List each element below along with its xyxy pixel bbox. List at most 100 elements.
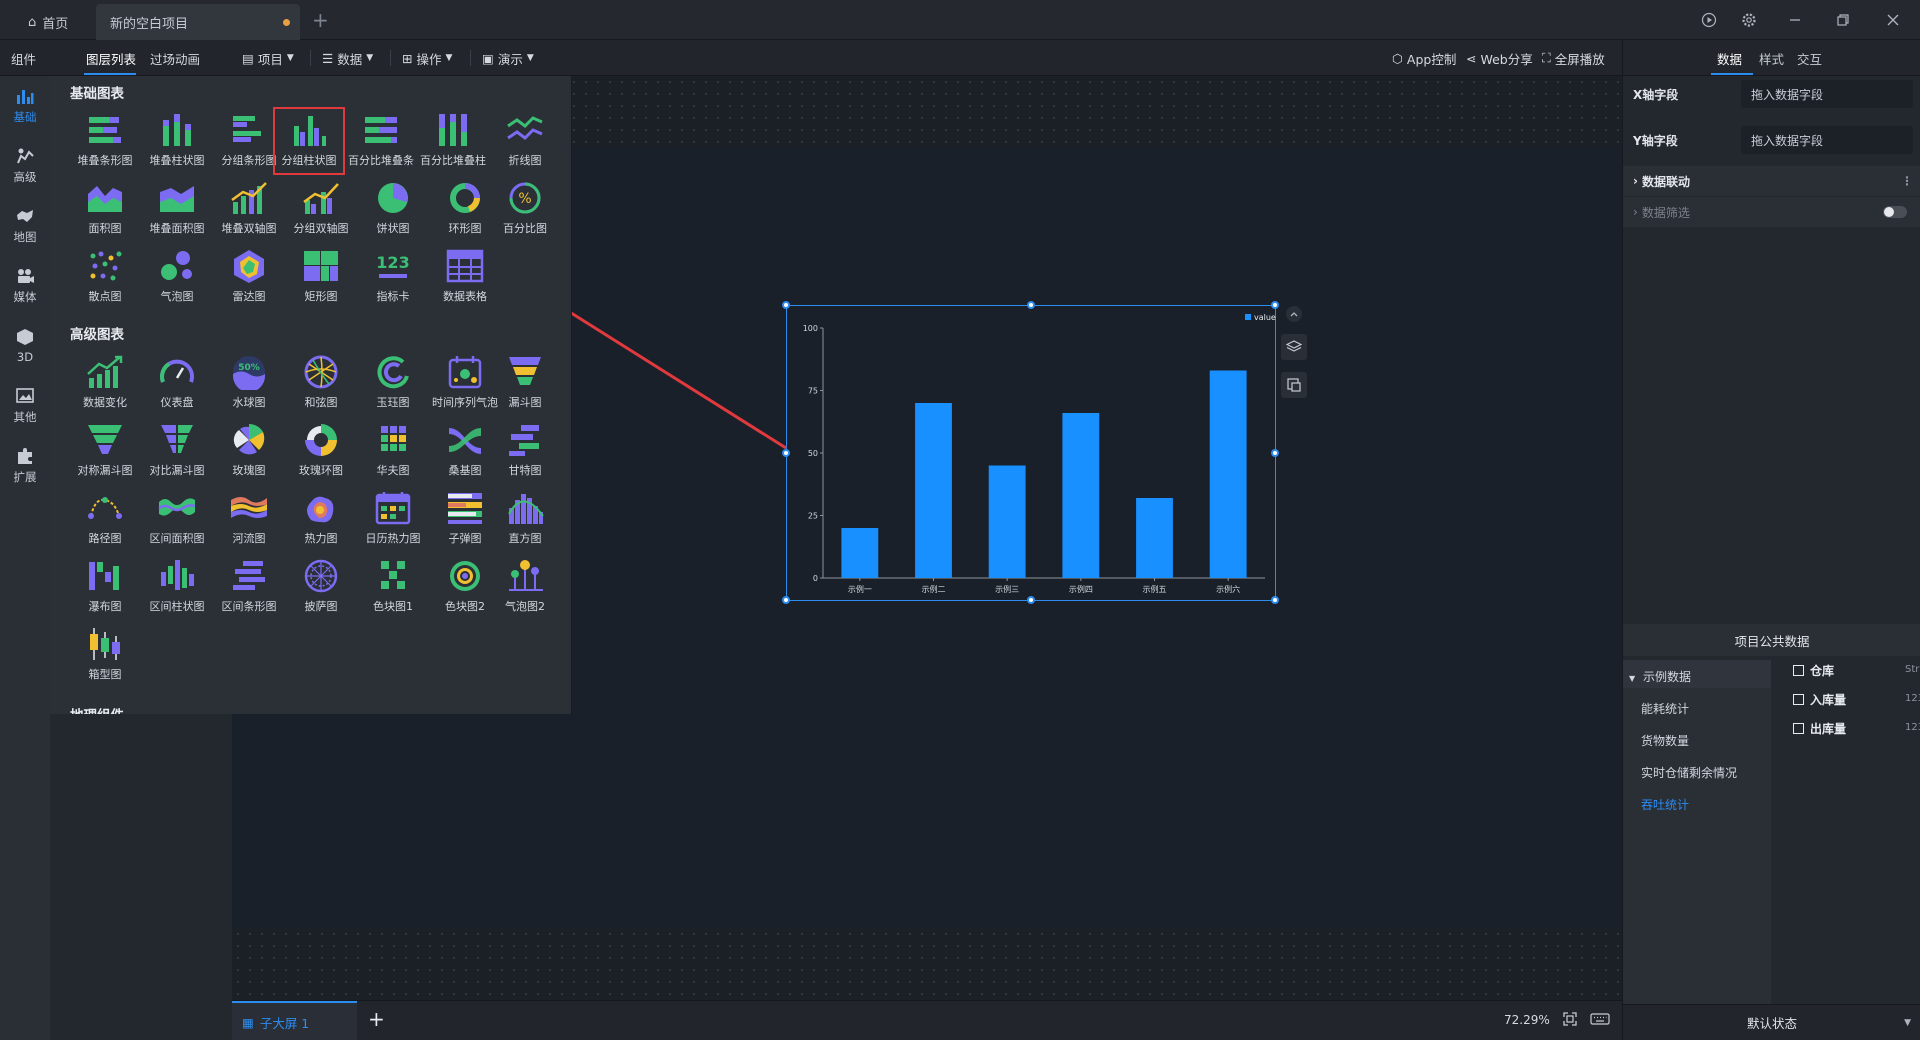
operate-menu[interactable]: ⊞ 操作 ▼	[402, 40, 452, 76]
keyboard-icon[interactable]	[1590, 1011, 1610, 1030]
palette-item-scatter[interactable]: 散点图	[70, 244, 140, 310]
tab-home[interactable]: ⌂ 首页	[14, 4, 94, 40]
fit-screen-icon[interactable]	[1562, 1011, 1578, 1030]
palette-item-compare-funnel[interactable]: 对比漏斗图	[142, 418, 212, 484]
dataset-item[interactable]: 货物数量	[1641, 732, 1689, 749]
resize-handle-se[interactable]	[1271, 596, 1279, 604]
add-screen-button[interactable]: +	[368, 1007, 385, 1031]
palette-item-grouped-dual-axis[interactable]: 分组双轴图	[286, 176, 356, 242]
palette-item-stacked-dual-axis[interactable]: 堆叠双轴图	[214, 176, 284, 242]
palette-item-data-table[interactable]: 数据表格	[430, 244, 500, 310]
play-icon[interactable]	[1688, 0, 1730, 40]
palette-item-percent[interactable]: % 百分比图	[490, 176, 560, 242]
field-checkbox[interactable]	[1793, 723, 1804, 734]
palette-item-rose-ring[interactable]: 玫瑰环图	[286, 418, 356, 484]
resize-handle-ne[interactable]	[1271, 301, 1279, 309]
category-other[interactable]: 其他	[0, 376, 50, 436]
x-axis-field-dropzone[interactable]: 拖入数据字段	[1741, 80, 1913, 108]
palette-item-gantt[interactable]: 甘特图	[490, 418, 560, 484]
resize-handle-sw[interactable]	[782, 596, 790, 604]
palette-item-stacked-column[interactable]: 堆叠柱状图	[142, 108, 212, 174]
app-control-button[interactable]: ⬡ App控制	[1392, 40, 1456, 76]
palette-item-path[interactable]: 路径图	[70, 486, 140, 552]
minimize-icon[interactable]	[1774, 0, 1816, 40]
palette-item-symmetric-funnel[interactable]: 对称漏斗图	[70, 418, 140, 484]
collapse-icon[interactable]	[1286, 306, 1302, 322]
palette-item-histogram[interactable]: 直方图	[490, 486, 560, 552]
category-advanced[interactable]: 高级	[0, 136, 50, 196]
palette-item-percent-stacked-column[interactable]: 百分比堆叠柱	[418, 108, 488, 174]
palette-item-range-column[interactable]: 区间柱状图	[142, 554, 212, 620]
data-filter-section[interactable]: › 数据筛选	[1623, 197, 1920, 227]
palette-item-data-change[interactable]: 数据变化	[70, 350, 140, 416]
resize-handle-n[interactable]	[1027, 301, 1035, 309]
screen-tab[interactable]: ▦ 子大屏 1	[232, 1001, 357, 1040]
palette-item-stacked-bar[interactable]: 堆叠条形图	[70, 108, 140, 174]
palette-item-percent-stacked-bar[interactable]: 百分比堆叠条	[346, 108, 416, 174]
web-share-button[interactable]: ⋖ Web分享	[1466, 40, 1533, 76]
palette-item-waterfall[interactable]: 瀑布图	[70, 554, 140, 620]
palette-item-range-area[interactable]: 区间面积图	[142, 486, 212, 552]
field-checkbox[interactable]	[1793, 694, 1804, 705]
palette-item-line[interactable]: 折线图	[490, 108, 560, 174]
image-copy-icon[interactable]	[1281, 372, 1307, 398]
resize-handle-s[interactable]	[1027, 596, 1035, 604]
field-item[interactable]: 出库量	[1793, 720, 1846, 737]
field-item[interactable]: 入库量	[1793, 691, 1846, 708]
data-link-section[interactable]: › 数据联动 ⋮	[1623, 166, 1920, 196]
tab-project[interactable]: 新的空白项目	[96, 4, 300, 40]
restore-icon[interactable]	[1822, 0, 1864, 40]
palette-item-liquid[interactable]: 50% 水球图	[214, 350, 284, 416]
more-icon[interactable]: ⋮	[1901, 174, 1913, 188]
palette-item-box-plot[interactable]: 箱型图	[70, 622, 140, 688]
dataset-item-selected[interactable]: 吞吐统计	[1641, 796, 1689, 813]
palette-item-treemap[interactable]: 矩形图	[286, 244, 356, 310]
palette-item-streamgraph[interactable]: 河流图	[214, 486, 284, 552]
palette-item-radial-bar[interactable]: 玉珏图	[358, 350, 428, 416]
add-tab-button[interactable]: +	[312, 8, 329, 32]
tab-data[interactable]: 数据	[1717, 40, 1742, 76]
project-menu[interactable]: ▤ 项目 ▼	[242, 40, 294, 76]
data-menu[interactable]: ☰ 数据 ▼	[322, 40, 373, 76]
palette-item-radar[interactable]: 雷达图	[214, 244, 284, 310]
fullscreen-button[interactable]: ⛶ 全屏播放	[1542, 40, 1605, 76]
grouped-bar-chart-widget[interactable]: 0 25 50 75 100 示例一 示例二 示例三 示例四 示例五 示例六 value	[782, 301, 1279, 604]
category-map[interactable]: 地图	[0, 196, 50, 256]
dataset-item[interactable]: 实时仓储剩余情况	[1641, 764, 1737, 781]
palette-item-gauge[interactable]: 仪表盘	[142, 350, 212, 416]
palette-item-area[interactable]: 面积图	[70, 176, 140, 242]
palette-item-pizza[interactable]: 披萨图	[286, 554, 356, 620]
palette-item-grouped-column[interactable]: 分组柱状图	[273, 107, 345, 175]
palette-item-bubble-2[interactable]: 气泡图2	[490, 554, 560, 620]
tab-style[interactable]: 样式	[1759, 40, 1784, 76]
palette-item-indicator-card[interactable]: 123 指标卡	[358, 244, 428, 310]
palette-item-heatmap[interactable]: 热力图	[286, 486, 356, 552]
palette-item-pie[interactable]: 饼状图	[358, 176, 428, 242]
palette-item-funnel[interactable]: 漏斗图	[490, 350, 560, 416]
palette-item-chord[interactable]: 和弦图	[286, 350, 356, 416]
category-media[interactable]: 媒体	[0, 256, 50, 316]
default-state-selector[interactable]: 默认状态 ▼	[1623, 1004, 1920, 1040]
dataset-item[interactable]: 能耗统计	[1641, 700, 1689, 717]
category-extension[interactable]: 扩展	[0, 436, 50, 496]
tab-interaction[interactable]: 交互	[1797, 40, 1822, 76]
palette-item-bubble[interactable]: 气泡图	[142, 244, 212, 310]
layers-icon[interactable]	[1281, 334, 1307, 360]
settings-icon[interactable]	[1728, 0, 1770, 40]
data-filter-toggle[interactable]	[1883, 206, 1907, 218]
palette-item-waffle[interactable]: 华夫图	[358, 418, 428, 484]
field-checkbox[interactable]	[1793, 665, 1804, 676]
palette-item-calendar-heatmap[interactable]: 日历热力图	[358, 486, 428, 552]
palette-item-range-bar[interactable]: 区间条形图	[214, 554, 284, 620]
resize-handle-e[interactable]	[1271, 449, 1279, 457]
tab-transition[interactable]: 过场动画	[150, 40, 200, 76]
palette-item-rose[interactable]: 玫瑰图	[214, 418, 284, 484]
palette-item-stacked-area[interactable]: 堆叠面积图	[142, 176, 212, 242]
dataset-group-expand[interactable]: ▼ 示例数据	[1629, 668, 1691, 685]
close-icon[interactable]	[1872, 0, 1914, 40]
present-menu[interactable]: ▣ 演示 ▼	[482, 40, 534, 76]
category-basic[interactable]: 基础	[0, 76, 50, 136]
y-axis-field-dropzone[interactable]: 拖入数据字段	[1741, 126, 1913, 154]
palette-item-color-block-1[interactable]: 色块图1	[358, 554, 428, 620]
category-3d[interactable]: 3D	[0, 316, 50, 376]
